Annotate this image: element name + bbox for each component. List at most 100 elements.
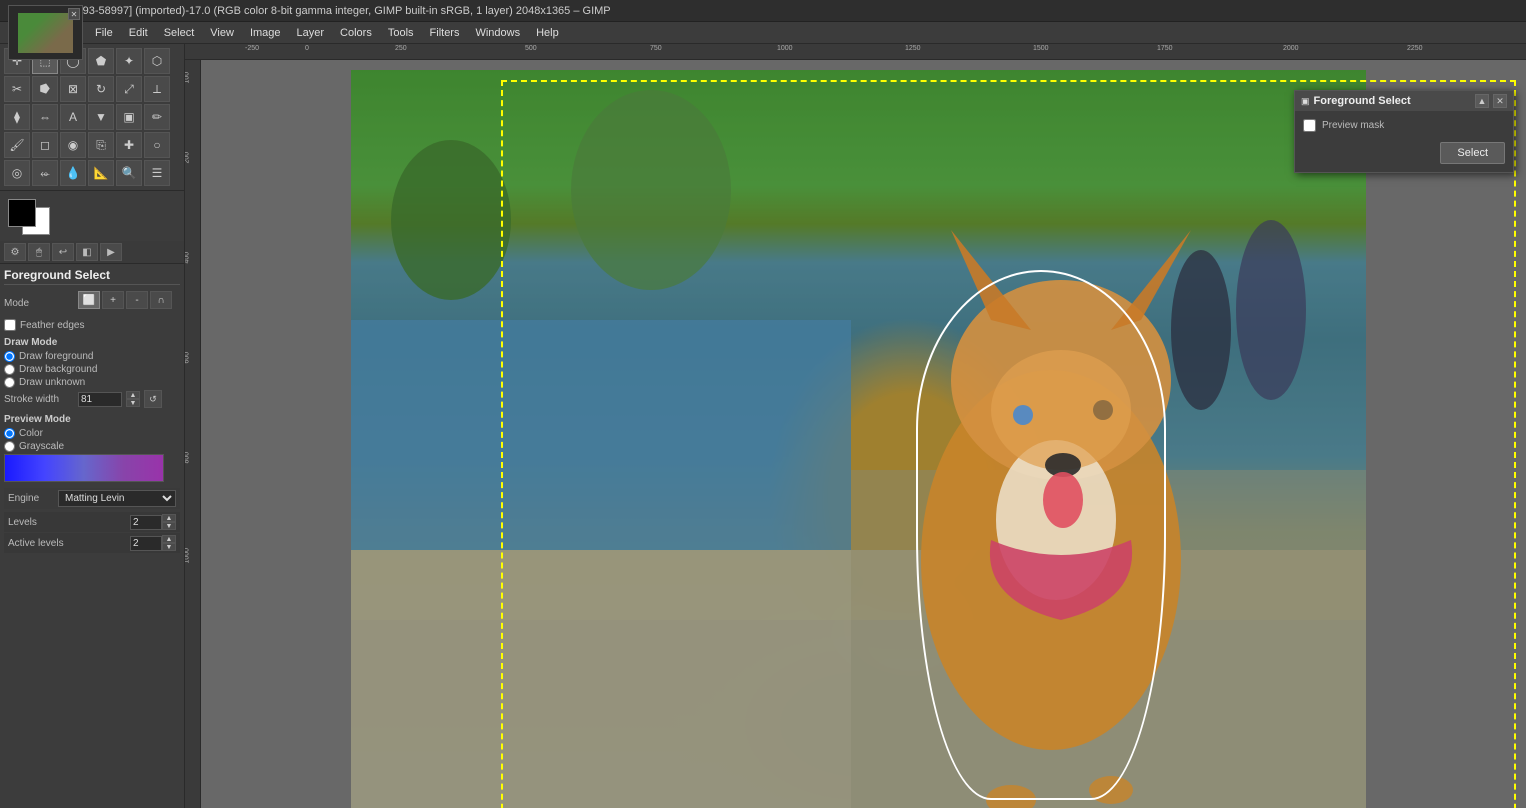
mode-btn-replace[interactable]: ⬜ (78, 291, 100, 309)
tool-text[interactable]: A (60, 104, 86, 130)
tool-scissors[interactable]: ✂ (4, 76, 30, 102)
stroke-width-label: Stroke width (4, 394, 74, 405)
draw-unknown-row: Draw unknown (4, 377, 180, 388)
menu-tools[interactable]: Tools (380, 25, 422, 41)
menu-view[interactable]: View (202, 25, 242, 41)
levels-up[interactable]: ▲ (162, 514, 176, 522)
mode-btn-add[interactable]: + (102, 291, 124, 309)
thumbnail-image (18, 13, 73, 53)
vruler-mark-1000: 1000 (185, 548, 191, 564)
select-button[interactable]: Select (1440, 142, 1505, 164)
draw-foreground-radio[interactable] (4, 351, 15, 362)
tool-path[interactable]: ⬰ (32, 160, 58, 186)
left-ruler: 100 200 400 600 800 1000 (185, 60, 201, 808)
levels-label: Levels (8, 517, 130, 528)
image-canvas[interactable]: ▣ Foreground Select ▲ ✕ Preview mask Sel… (201, 60, 1526, 808)
tool-icons-grid: ✛ ⬚ ◯ ⬟ ✦ ⬡ ✂ ⭓ ⊠ ↻ ⤢ ⟂ ⧫ ⇔ A ▼ ▣ ✏ 🖌 ◻ … (0, 44, 184, 191)
tool-foreground-select[interactable]: ⭓ (32, 76, 58, 102)
image-thumbnail[interactable]: ✕ (8, 5, 83, 60)
menu-colors[interactable]: Colors (332, 25, 380, 41)
tool-perspective[interactable]: ⧫ (4, 104, 30, 130)
engine-select[interactable]: Matting Levin (58, 490, 176, 507)
foreground-color-swatch[interactable] (8, 199, 36, 227)
preview-color-radio[interactable] (4, 428, 15, 439)
title-text: [pexels-hnoody93-58997] (imported)-17.0 … (8, 5, 611, 17)
levels-down[interactable]: ▼ (162, 522, 176, 530)
toolbox-tab-tool-options[interactable]: ⚙ (4, 243, 26, 261)
active-levels-up[interactable]: ▲ (162, 535, 176, 543)
tool-crop[interactable]: ⊠ (60, 76, 86, 102)
tool-by-color[interactable]: ⬡ (144, 48, 170, 74)
tool-dodge[interactable]: ○ (144, 132, 170, 158)
main-layout: ✛ ⬚ ◯ ⬟ ✦ ⬡ ✂ ⭓ ⊠ ↻ ⤢ ⟂ ⧫ ⇔ A ▼ ▣ ✏ 🖌 ◻ … (0, 44, 1526, 808)
tool-clone[interactable]: ⎘ (88, 132, 114, 158)
levels-input[interactable] (130, 515, 162, 530)
fg-select-dialog-title: Foreground Select (1314, 95, 1471, 107)
tool-blur[interactable]: ◎ (4, 160, 30, 186)
corgi-photo (351, 70, 1366, 808)
tool-bucket[interactable]: ▼ (88, 104, 114, 130)
thumbnail-close-button[interactable]: ✕ (68, 8, 80, 20)
stroke-width-up[interactable]: ▲ (126, 391, 140, 399)
active-levels-down[interactable]: ▼ (162, 543, 176, 551)
stroke-width-row: Stroke width ▲ ▼ ↺ (4, 390, 180, 408)
mode-btn-intersect[interactable]: ∩ (150, 291, 172, 309)
mode-label: Mode (4, 298, 74, 309)
tool-scale[interactable]: ⤢ (116, 76, 142, 102)
menu-filters[interactable]: Filters (422, 25, 468, 41)
tool-pencil[interactable]: ✏ (144, 104, 170, 130)
tool-options-title: Foreground Select (4, 268, 180, 285)
vruler-mark-800: 800 (185, 452, 191, 464)
dialog-up-button[interactable]: ▲ (1475, 94, 1489, 108)
preview-mask-checkbox[interactable] (1303, 119, 1316, 132)
tool-colorpicker[interactable]: 💧 (60, 160, 86, 186)
ruler-mark-2000: 2000 (1283, 45, 1299, 52)
preview-mask-label: Preview mask (1322, 120, 1384, 131)
tool-align[interactable]: ☰ (144, 160, 170, 186)
tool-heal[interactable]: ✚ (116, 132, 142, 158)
toolbox-tab-device-status[interactable]: 🖱 (28, 243, 50, 261)
tool-rotate[interactable]: ↻ (88, 76, 114, 102)
tool-brush[interactable]: 🖌 (4, 132, 30, 158)
tool-measure[interactable]: 📐 (88, 160, 114, 186)
stroke-width-down[interactable]: ▼ (126, 399, 140, 407)
tool-zoom[interactable]: 🔍 (116, 160, 142, 186)
tool-fuzzy-select[interactable]: ✦ (116, 48, 142, 74)
tool-shear[interactable]: ⟂ (144, 76, 170, 102)
menu-help[interactable]: Help (528, 25, 567, 41)
mode-buttons: ⬜ + - ∩ (78, 291, 172, 309)
menu-edit[interactable]: Edit (121, 25, 156, 41)
toolbox: ✛ ⬚ ◯ ⬟ ✦ ⬡ ✂ ⭓ ⊠ ↻ ⤢ ⟂ ⧫ ⇔ A ▼ ▣ ✏ 🖌 ◻ … (0, 44, 185, 808)
draw-foreground-label: Draw foreground (19, 351, 93, 362)
tool-free-select[interactable]: ⬟ (88, 48, 114, 74)
vruler-mark-100: 100 (185, 72, 191, 84)
preview-grayscale-radio[interactable] (4, 441, 15, 452)
ruler-mark-1500: 1500 (1033, 45, 1049, 52)
toolbox-tab-something[interactable]: ◧ (76, 243, 98, 261)
levels-spinner: ▲ ▼ (162, 514, 176, 530)
toolbox-tab-undo[interactable]: ↩ (52, 243, 74, 261)
toolbox-tab-collapse[interactable]: ▶ (100, 243, 122, 261)
menu-image[interactable]: Image (242, 25, 289, 41)
active-levels-input[interactable] (130, 536, 162, 551)
tool-eraser[interactable]: ◻ (32, 132, 58, 158)
feather-edges-row: Feather edges (4, 319, 180, 331)
reset-button[interactable]: ↺ (144, 390, 162, 408)
mode-btn-subtract[interactable]: - (126, 291, 148, 309)
draw-background-radio[interactable] (4, 364, 15, 375)
feather-edges-checkbox[interactable] (4, 319, 16, 331)
foreground-select-dialog: ▣ Foreground Select ▲ ✕ Preview mask Sel… (1294, 90, 1514, 173)
menu-layer[interactable]: Layer (289, 25, 333, 41)
menu-file[interactable]: File (87, 25, 121, 41)
draw-unknown-radio[interactable] (4, 377, 15, 388)
tool-blend[interactable]: ▣ (116, 104, 142, 130)
tool-airbrush[interactable]: ◉ (60, 132, 86, 158)
color-swatches (0, 191, 184, 241)
menu-select[interactable]: Select (156, 25, 203, 41)
menu-bar: ✕ File Edit Select View Image Layer Colo… (0, 22, 1526, 44)
dialog-close-button[interactable]: ✕ (1493, 94, 1507, 108)
tool-flip[interactable]: ⇔ (32, 104, 58, 130)
levels-row: Levels ▲ ▼ (4, 512, 180, 532)
stroke-width-input[interactable] (78, 392, 122, 407)
menu-windows[interactable]: Windows (467, 25, 528, 41)
